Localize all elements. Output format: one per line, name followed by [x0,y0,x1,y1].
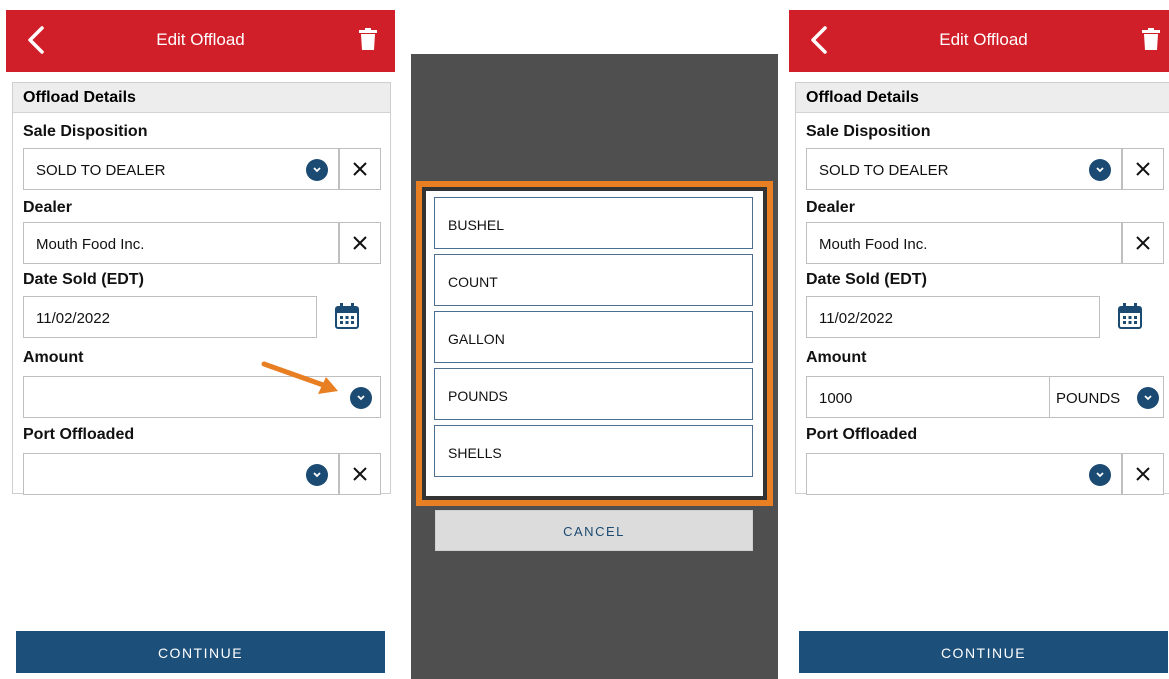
dealer-value: Mouth Food Inc. [36,236,145,253]
page-title: Edit Offload [156,30,245,49]
date-sold-value: 11/02/2022 [36,310,110,327]
offload-details-panel: Offload Details Sale Disposition SOLD TO… [12,82,391,495]
dropdown-chevron-icon[interactable] [1137,387,1159,409]
sale-disposition-label: Sale Disposition [23,123,148,140]
offload-details-panel: Offload Details Sale Disposition SOLD TO… [795,82,1169,495]
clear-x-icon [1136,162,1150,176]
unit-picker-overlay: BUSHEL COUNT GALLON POUNDS SHELLS CANCEL [411,54,778,679]
dropdown-chevron-icon[interactable] [306,159,328,181]
calendar-icon[interactable] [1118,303,1142,329]
clear-sale-disposition-button[interactable] [339,148,381,190]
sale-disposition-value: SOLD TO DEALER [819,162,949,179]
edit-offload-screen-before: Edit Offload Offload Details Sale Dispos… [6,10,395,679]
dropdown-chevron-icon[interactable] [1089,159,1111,181]
amount-unit-select[interactable]: POUNDS [1049,376,1164,418]
clear-x-icon [1136,467,1150,481]
option-shells[interactable]: SHELLS [434,425,753,477]
pointer-arrow-icon [261,361,338,394]
date-sold-label: Date Sold (EDT) [23,271,144,288]
amount-input[interactable]: 1000 [806,376,1050,418]
clear-dealer-button[interactable] [339,222,381,264]
date-sold-label: Date Sold (EDT) [806,271,927,288]
clear-sale-disposition-button[interactable] [1122,148,1164,190]
dropdown-chevron-icon[interactable] [306,464,328,486]
sale-disposition-value: SOLD TO DEALER [36,162,166,179]
cancel-button[interactable]: CANCEL [435,510,753,551]
sale-disposition-select[interactable]: SOLD TO DEALER [806,148,1122,190]
sale-disposition-select[interactable]: SOLD TO DEALER [23,148,339,190]
port-offloaded-label: Port Offloaded [806,426,918,443]
amount-label: Amount [23,349,84,366]
dealer-label: Dealer [806,199,855,216]
clear-port-button[interactable] [1122,453,1164,495]
clear-x-icon [353,467,367,481]
amount-value: 1000 [819,390,853,407]
page-title: Edit Offload [939,30,1028,49]
option-count[interactable]: COUNT [434,254,753,306]
port-offloaded-select[interactable] [806,453,1122,495]
unit-picker-highlight: BUSHEL COUNT GALLON POUNDS SHELLS [416,181,773,506]
clear-x-icon [353,162,367,176]
option-pounds[interactable]: POUNDS [434,368,753,420]
dealer-field[interactable]: Mouth Food Inc. [23,222,339,264]
trash-icon[interactable] [359,28,377,50]
port-offloaded-label: Port Offloaded [23,426,135,443]
dealer-value: Mouth Food Inc. [819,236,928,253]
date-sold-field[interactable]: 11/02/2022 [806,296,1100,338]
sale-disposition-label: Sale Disposition [806,123,931,140]
dealer-label: Dealer [23,199,72,216]
edit-offload-screen-after: Edit Offload Offload Details Sale Dispos… [789,10,1169,679]
section-title: Offload Details [796,83,1169,113]
section-title: Offload Details [13,83,390,113]
option-gallon[interactable]: GALLON [434,311,753,363]
app-header: Edit Offload [6,10,395,72]
calendar-icon[interactable] [335,303,359,329]
app-header: Edit Offload [789,10,1169,72]
clear-port-button[interactable] [339,453,381,495]
option-bushel[interactable]: BUSHEL [434,197,753,249]
continue-button[interactable]: CONTINUE [799,631,1168,673]
trash-icon[interactable] [1142,28,1160,50]
clear-dealer-button[interactable] [1122,222,1164,264]
dropdown-chevron-icon[interactable] [1089,464,1111,486]
unit-picker-list: BUSHEL COUNT GALLON POUNDS SHELLS [426,191,763,496]
date-sold-value: 11/02/2022 [819,310,893,327]
clear-x-icon [1136,236,1150,250]
continue-button[interactable]: CONTINUE [16,631,385,673]
port-offloaded-select[interactable] [23,453,339,495]
amount-unit-value: POUNDS [1056,390,1121,407]
clear-x-icon [353,236,367,250]
dealer-field[interactable]: Mouth Food Inc. [806,222,1122,264]
date-sold-field[interactable]: 11/02/2022 [23,296,317,338]
amount-label: Amount [806,349,867,366]
